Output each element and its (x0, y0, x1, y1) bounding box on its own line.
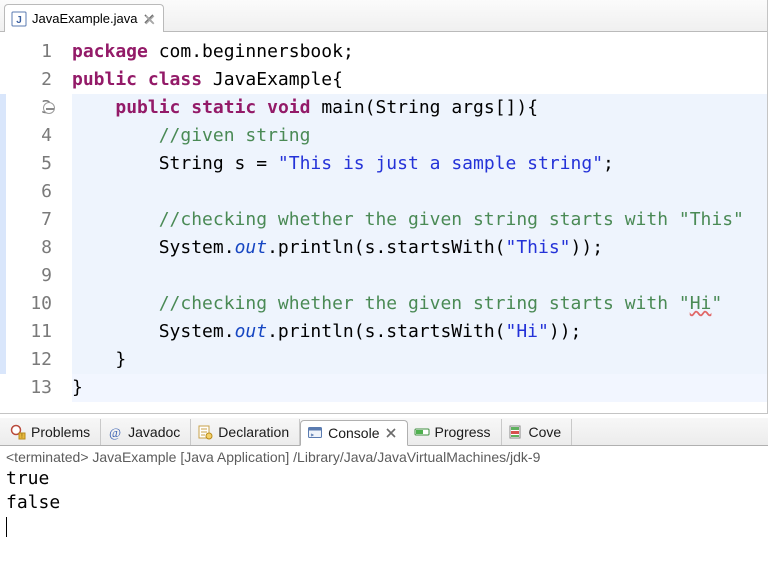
editor-region: J JavaExample.java 12345678910111213 pac… (0, 0, 768, 414)
code-line[interactable]: } (72, 374, 767, 402)
code-editor[interactable]: 12345678910111213 package com.beginnersb… (0, 32, 767, 413)
close-icon[interactable] (143, 13, 155, 25)
tab-problems[interactable]: ! Problems (4, 419, 101, 445)
tab-console[interactable]: Console (300, 420, 407, 446)
tab-coverage[interactable]: Cove (502, 419, 573, 445)
line-number: 9 (0, 262, 52, 290)
problems-icon: ! (10, 424, 26, 440)
line-number: 5 (0, 150, 52, 178)
code-line[interactable]: public class JavaExample{ (72, 66, 767, 94)
tab-label: Progress (435, 424, 491, 440)
tab-progress[interactable]: Progress (408, 419, 502, 445)
line-number: 3 (0, 94, 52, 122)
line-number: 1 (0, 38, 52, 66)
views-tab-bar: ! Problems @ Javadoc Declaration Console Progr… (0, 418, 768, 446)
line-number: 12 (0, 346, 52, 374)
tab-javadoc[interactable]: @ Javadoc (101, 419, 191, 445)
editor-tab-bar: J JavaExample.java (0, 0, 767, 32)
code-line[interactable]: //given string (72, 122, 767, 150)
javadoc-icon: @ (107, 424, 123, 440)
svg-text:J: J (16, 15, 22, 26)
line-number-gutter: 12345678910111213 (0, 38, 62, 413)
tab-label: Javadoc (128, 424, 180, 440)
fold-toggle-icon[interactable] (43, 102, 55, 114)
code-line[interactable]: //checking whether the given string star… (72, 290, 767, 318)
code-line[interactable]: package com.beginnersbook; (72, 38, 767, 66)
code-content[interactable]: package com.beginnersbook;public class J… (62, 38, 767, 413)
svg-text:@: @ (109, 425, 121, 440)
progress-icon (414, 424, 430, 440)
code-line[interactable] (72, 262, 767, 290)
tab-label: Declaration (218, 424, 289, 440)
console-output[interactable]: true false (6, 467, 762, 539)
line-number: 7 (0, 206, 52, 234)
code-line[interactable]: String s = "This is just a sample string… (72, 150, 767, 178)
code-line[interactable]: } (72, 346, 767, 374)
close-icon[interactable] (385, 427, 397, 439)
code-line[interactable] (72, 178, 767, 206)
declaration-icon (197, 424, 213, 440)
java-file-icon: J (11, 11, 27, 27)
code-line[interactable]: System.out.println(s.startsWith("Hi")); (72, 318, 767, 346)
coverage-icon (508, 424, 524, 440)
code-line[interactable]: System.out.println(s.startsWith("This"))… (72, 234, 767, 262)
tab-label: Problems (31, 424, 90, 440)
editor-tab-label: JavaExample.java (32, 11, 138, 26)
tab-label: Console (328, 425, 379, 441)
text-cursor (6, 517, 7, 537)
tab-label: Cove (529, 424, 562, 440)
tab-declaration[interactable]: Declaration (191, 419, 300, 445)
line-number: 13 (0, 374, 52, 402)
line-number: 8 (0, 234, 52, 262)
console-icon (307, 425, 323, 441)
line-number: 6 (0, 178, 52, 206)
code-line[interactable]: //checking whether the given string star… (72, 206, 767, 234)
console-process-header: <terminated> JavaExample [Java Applicati… (6, 449, 762, 465)
code-line[interactable]: public static void main(String args[]){ (72, 94, 767, 122)
editor-tab-javaexample[interactable]: J JavaExample.java (4, 4, 164, 32)
line-number: 11 (0, 318, 52, 346)
line-number: 4 (0, 122, 52, 150)
console-view: <terminated> JavaExample [Java Applicati… (0, 446, 768, 539)
line-number: 2 (0, 66, 52, 94)
line-number: 10 (0, 290, 52, 318)
